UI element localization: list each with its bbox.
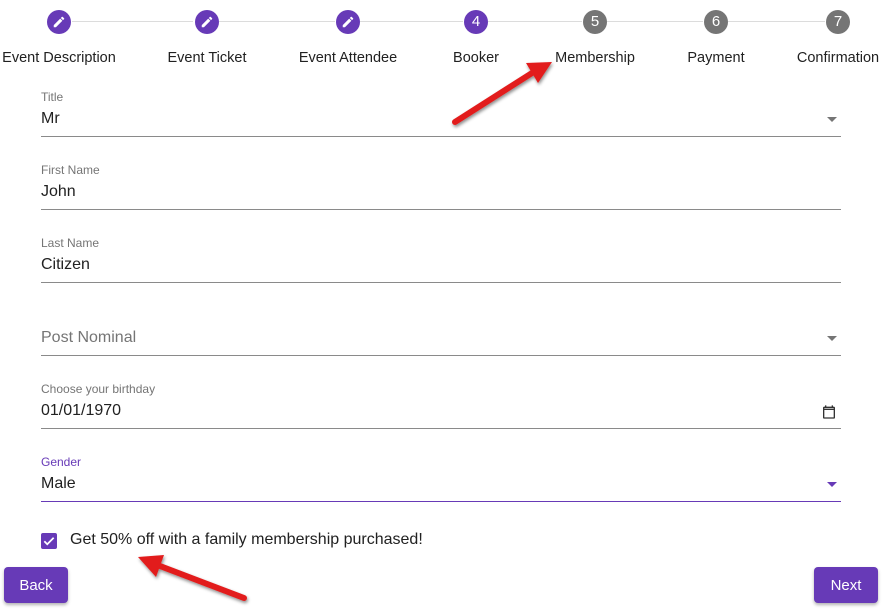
caret-down-icon[interactable] (827, 336, 837, 341)
first-name-label: First Name (41, 163, 100, 177)
step-3-label[interactable]: Event Attendee (299, 50, 397, 66)
title-label: Title (41, 90, 64, 104)
last-name-label: Last Name (41, 236, 100, 250)
post-nominal-select[interactable]: Post Nominal (41, 307, 841, 356)
step-7-circle[interactable]: 7 (826, 10, 850, 34)
first-name-value[interactable]: John (41, 183, 76, 201)
step-2-circle[interactable] (195, 10, 219, 34)
step-5-label[interactable]: Membership (555, 50, 635, 66)
gender-value: Male (41, 475, 76, 492)
title-value: Mr (41, 110, 60, 127)
next-button[interactable]: Next (814, 567, 878, 603)
step-connector (728, 21, 825, 22)
birthday-field[interactable]: Choose your birthday 01/01/1970 (41, 380, 841, 429)
step-connector (607, 21, 703, 22)
step-1-circle[interactable] (47, 10, 71, 34)
pencil-icon (53, 16, 65, 28)
pencil-icon (201, 16, 213, 28)
last-name-field[interactable]: Last Name Citizen (41, 234, 841, 283)
birthday-label: Choose your birthday (41, 382, 156, 396)
caret-down-icon[interactable] (827, 482, 837, 487)
step-6-circle[interactable]: 6 (704, 10, 728, 34)
step-5-circle[interactable]: 5 (583, 10, 607, 34)
check-icon (43, 537, 55, 546)
post-nominal-placeholder: Post Nominal (41, 329, 137, 346)
calendar-icon[interactable] (821, 404, 837, 420)
first-name-field[interactable]: First Name John (41, 161, 841, 210)
step-3-circle[interactable] (336, 10, 360, 34)
step-7-label[interactable]: Confirmation (797, 50, 879, 66)
step-connector (488, 21, 582, 22)
birthday-value[interactable]: 01/01/1970 (41, 402, 121, 420)
last-name-value[interactable]: Citizen (41, 256, 90, 274)
title-select[interactable]: Title Mr (41, 88, 841, 137)
arrow-to-membership-checkbox (138, 555, 247, 601)
step-connector (219, 21, 335, 22)
gender-select[interactable]: Gender Male (41, 453, 841, 502)
step-2-label[interactable]: Event Ticket (168, 50, 247, 66)
back-button[interactable]: Back (4, 567, 68, 603)
step-4-circle[interactable]: 4 (464, 10, 488, 34)
step-connector (72, 21, 193, 22)
stepper: Event Description Event Ticket Event Att… (0, 0, 884, 80)
step-6-label[interactable]: Payment (687, 50, 744, 66)
step-1-label[interactable]: Event Description (2, 50, 116, 66)
membership-checkbox[interactable] (41, 533, 57, 549)
step-connector (360, 21, 463, 22)
pencil-icon (342, 16, 354, 28)
membership-checkbox-label[interactable]: Get 50% off with a family membership pur… (70, 531, 423, 549)
step-4-label[interactable]: Booker (453, 50, 499, 66)
gender-label: Gender (41, 455, 82, 469)
caret-down-icon[interactable] (827, 117, 837, 122)
